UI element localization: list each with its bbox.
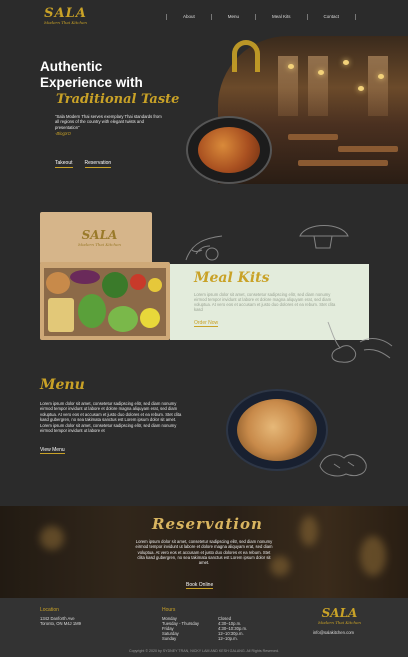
nav-menu[interactable]: Menu: [210, 14, 255, 20]
menu-description: Lorem ipsum dolor sit amet, consetetur s…: [40, 401, 182, 434]
copyright-text: Copyright © 2020 by SYDNEY TRAN, NICKY L…: [128, 649, 280, 653]
address: 1342 Danforth Ave Toronto, ON M4J 1M9: [40, 616, 81, 627]
nav-about[interactable]: About: [166, 14, 211, 20]
hero-headline: Authentic Experience with: [40, 59, 143, 90]
shrimp-fried-rice-image: [226, 389, 328, 471]
nav-contact[interactable]: Contact: [306, 14, 357, 20]
menu-title: Menu: [40, 377, 85, 393]
hours-days: Monday Tuesday - Thursday Friday Saturda…: [162, 616, 200, 642]
meal-kits-title: Meal Kits: [194, 270, 270, 286]
location-heading: Location: [40, 607, 59, 613]
hero-actions: Takeout Reservation: [55, 160, 112, 168]
hero-quote-source: -BlogXO: [55, 131, 71, 136]
hero-script-title: Traditional Taste: [56, 92, 180, 107]
reservation-title: Reservation: [152, 515, 263, 533]
hours-heading: Hours: [162, 607, 176, 613]
reservation-link[interactable]: Reservation: [84, 160, 112, 168]
logo-wordmark: SALA: [44, 6, 87, 21]
reservation-description: Lorem ipsum dolor sit amet, consetetur s…: [135, 539, 273, 566]
ginger-sketch-icon: [319, 454, 367, 477]
mushroom-sketch-icon: [299, 225, 349, 249]
main-nav: About Menu Meal Kits Contact: [166, 14, 357, 20]
herb-sketch-icon: [185, 235, 223, 261]
nav-meal-kits[interactable]: Meal Kits: [255, 14, 307, 20]
view-menu-button[interactable]: View Menu: [40, 447, 65, 454]
hero-quote: "Sala Modern Thai serves exemplary Thai …: [55, 114, 162, 130]
logo-tagline: Modern Thai Kitchen: [44, 20, 88, 25]
takeout-link[interactable]: Takeout: [55, 160, 73, 168]
book-online-button[interactable]: Book Online: [186, 582, 214, 589]
brand-logo[interactable]: SALA Modern Thai Kitchen: [44, 7, 87, 25]
pad-thai-plate-image: [186, 116, 272, 184]
site-footer: Location 1342 Danforth Ave Toronto, ON M…: [0, 598, 408, 657]
footer-logo[interactable]: SALA Modern Thai Kitchen: [318, 606, 361, 625]
decorative-arch: [232, 40, 260, 72]
hours-times: Closed 4:30–10p.m. 4:30–10:30p.m. 12–10:…: [218, 616, 248, 642]
meal-kit-box-image: SALA Modern Thai Kitchen: [40, 212, 170, 340]
meal-kits-description: Lorem ipsum dolor sit amet, consetetur s…: [194, 292, 336, 312]
contact-email[interactable]: info@salakitchen.com: [313, 630, 354, 635]
reservation-section: Reservation Lorem ipsum dolor sit amet, …: [0, 506, 408, 598]
site-header: SALA Modern Thai Kitchen About Menu Meal…: [0, 0, 408, 34]
garlic-sketch-icon: [327, 321, 393, 363]
order-now-button[interactable]: Order Now: [194, 320, 219, 327]
